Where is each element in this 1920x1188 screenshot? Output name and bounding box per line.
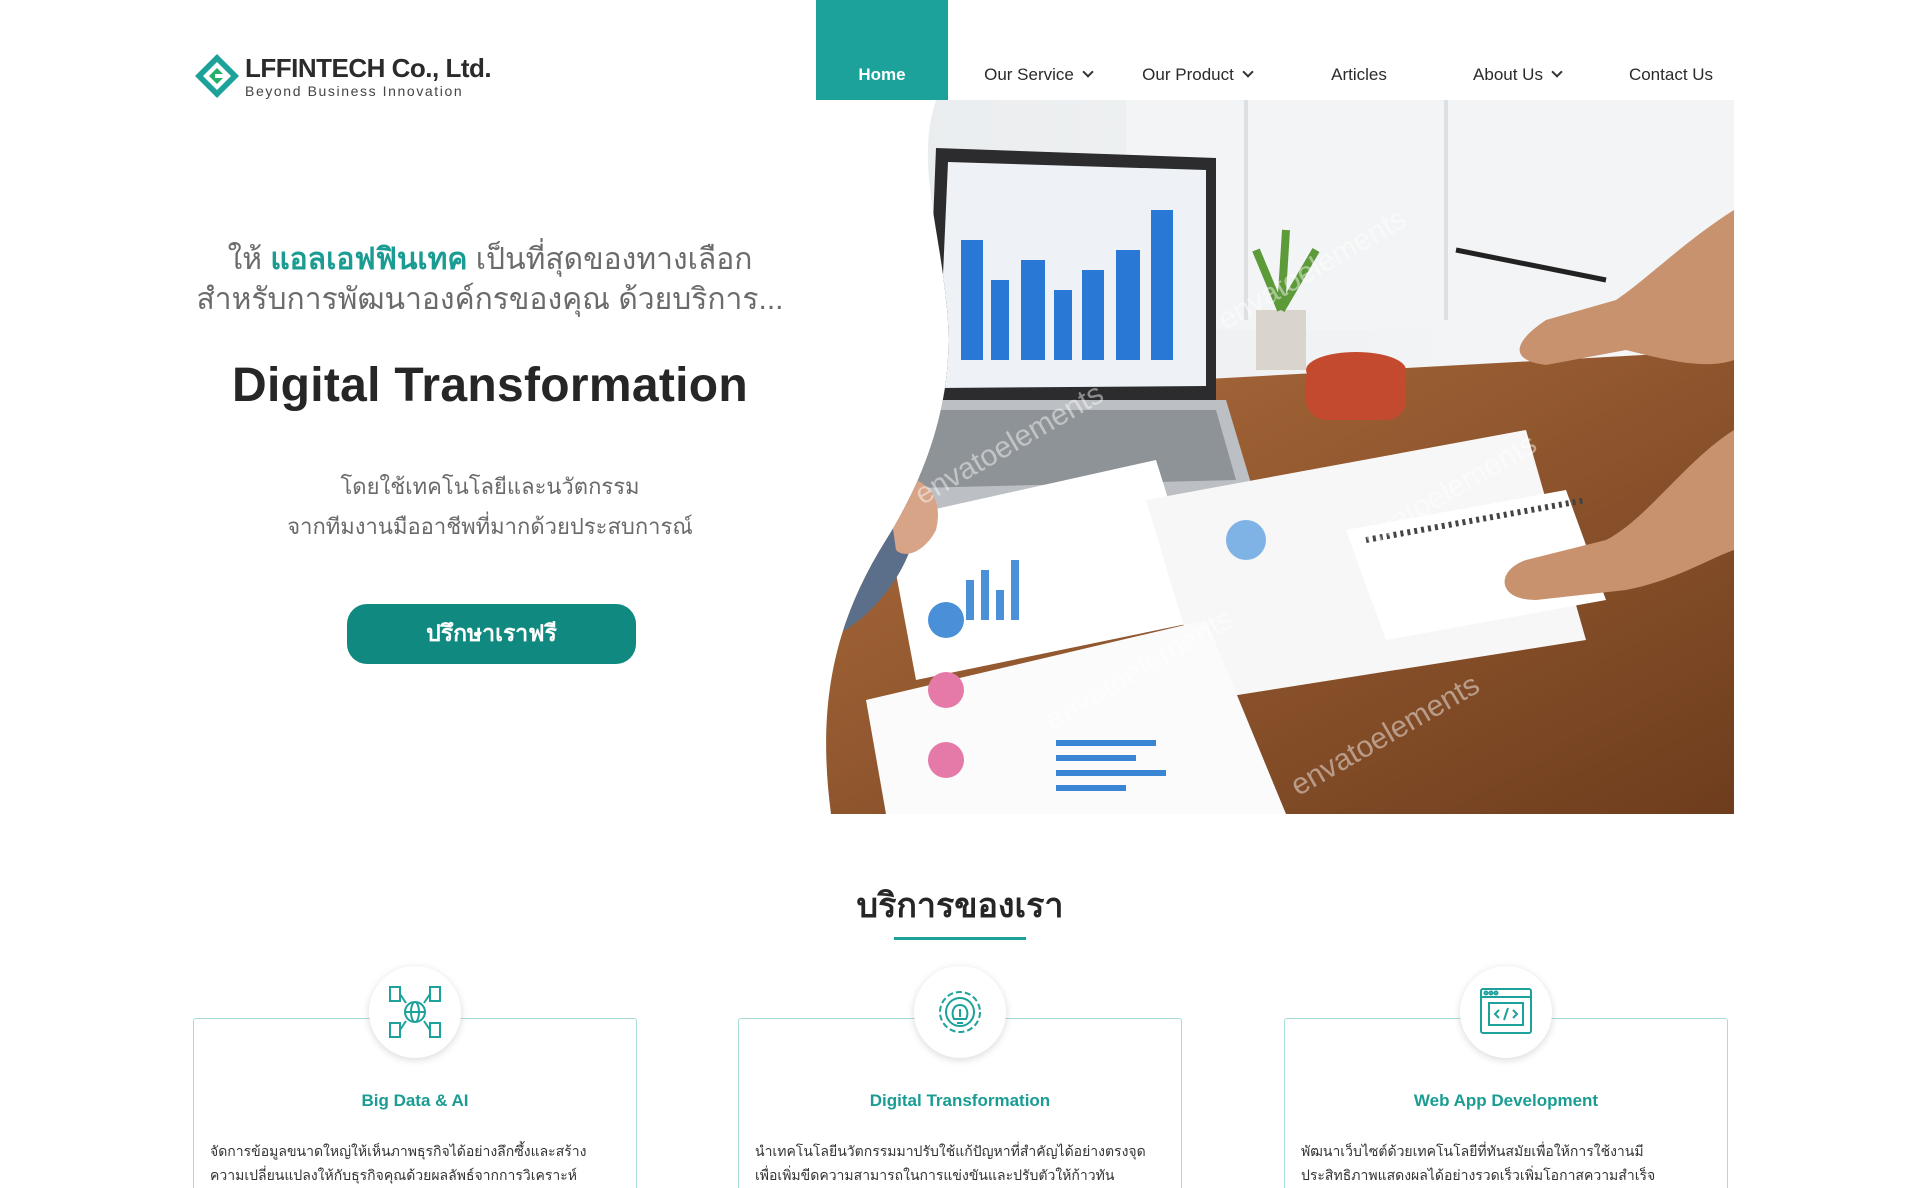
hero-intro-suffix: เป็นที่สุดของทางเลือก [467,243,753,276]
service-card-title: Big Data & AI [361,1091,469,1110]
nav-about-us[interactable]: About Us [1452,0,1582,100]
hero-image: envatoelements envatoelements envatoelem… [826,100,1734,814]
hero-intro-prefix: ให้ [227,243,271,276]
consult-free-button[interactable]: ปรึกษาเราฟรี [347,604,636,664]
services-title: บริการของเรา [856,887,1064,925]
logo-icon [195,54,239,98]
hero-intro-brand: แอลเอฟฟินเทค [270,243,468,276]
hero-subtitle: โดยใช้เทคโนโลยีและนวัตกรรม จากทีมงานมืออ… [190,467,790,547]
service-card-desc: จัดการข้อมูลขนาดใหญ่ให้เห็นภาพธุรกิจได้อ… [210,1143,587,1183]
hero-text: ให้ แอลเอฟฟินเทค เป็นที่สุดของทางเลือก ส… [190,240,790,547]
service-card-title: Digital Transformation [869,1091,1051,1110]
nav-home[interactable]: Home [816,0,948,100]
web-app-icon [1460,966,1552,1058]
hero-sub-line2: จากทีมงานมืออาชีพที่มากด้วยประสบการณ์ [287,514,693,539]
services-title-underline [894,937,1026,940]
nav-home-label: Home [858,65,906,84]
nav-contact-us[interactable]: Contact Us [1582,0,1760,100]
big-data-ai-icon [369,966,461,1058]
logo-tagline: Beyond Business Innovation [245,82,464,99]
chevron-down-icon [1242,66,1254,78]
chevron-down-icon [1551,66,1563,78]
nav-our-service-label: Our Service [984,65,1074,84]
hero-title: Digital Transformation [232,359,748,412]
nav-our-product[interactable]: Our Product [1128,0,1266,100]
main-nav: Home Our Service Our Product Articles Ab… [816,0,1760,100]
nav-our-product-label: Our Product [1142,65,1234,84]
nav-articles[interactable]: Articles [1266,0,1452,100]
service-card-desc: พัฒนาเว็บไซต์ด้วยเทคโนโลยีที่ทันสมัยเพื่… [1301,1143,1656,1183]
hero-sub-line1: โดยใช้เทคโนโลยีและนวัตกรรม [340,474,640,499]
nav-articles-label: Articles [1331,65,1387,84]
site-header: LFFINTECH Co., Ltd. Beyond Business Inno… [0,0,1920,100]
hero-intro: ให้ แอลเอฟฟินเทค เป็นที่สุดของทางเลือก ส… [190,240,790,320]
hero-intro-line2: สำหรับการพัฒนาองค์กรของคุณ ด้วยบริการ... [196,283,784,316]
logo-name: LFFINTECH Co., Ltd. [245,52,492,83]
logo[interactable]: LFFINTECH Co., Ltd. Beyond Business Inno… [193,52,492,100]
nav-about-us-label: About Us [1473,65,1543,84]
service-card-desc: นำเทคโนโลยีนวัตกรรมมาปรับใช้แก้ปัญหาที่ส… [755,1143,1146,1183]
service-card-title: Web App Development [1413,1091,1599,1110]
nav-our-service[interactable]: Our Service [948,0,1128,100]
chevron-down-icon [1082,66,1094,78]
digital-transformation-icon [914,966,1006,1058]
nav-contact-us-label: Contact Us [1628,65,1714,84]
